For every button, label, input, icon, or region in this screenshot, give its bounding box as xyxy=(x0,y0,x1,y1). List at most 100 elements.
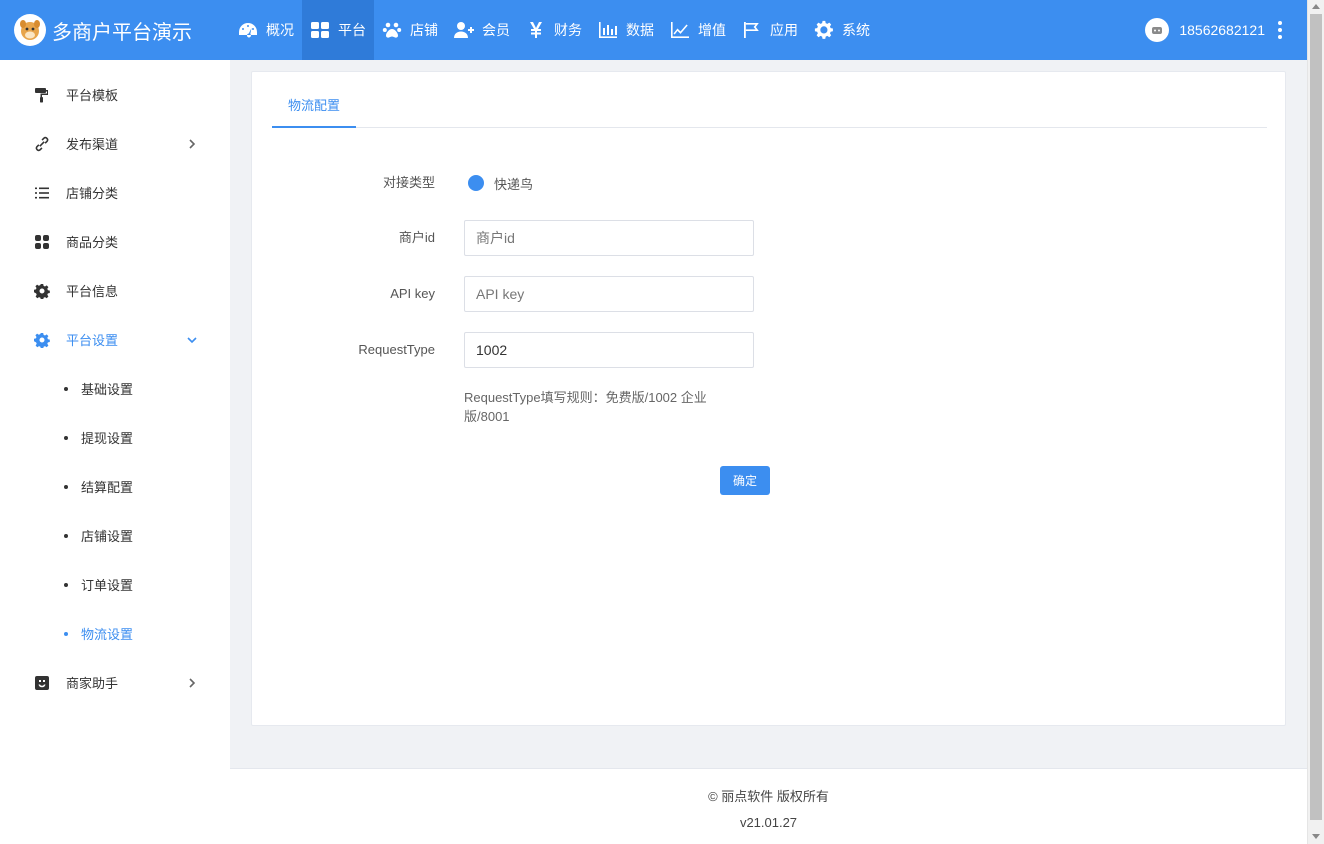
sidebar-subitem-basic-settings[interactable]: 基础设置 xyxy=(0,364,230,413)
merchant-id-label: 商户id xyxy=(398,230,435,245)
nav-item-system[interactable]: 系统 xyxy=(806,0,878,60)
sidebar-subitem-withdraw-settings[interactable]: 提现设置 xyxy=(0,413,230,462)
sidebar-item-merchant-assistant[interactable]: 商家助手 xyxy=(0,658,230,707)
more-vertical-icon[interactable] xyxy=(1277,21,1283,39)
logistics-config-card: 物流配置 对接类型 快递鸟 商户id API key RequestType R… xyxy=(251,71,1286,726)
bullet-icon xyxy=(64,386,68,391)
scroll-up-icon[interactable] xyxy=(1312,4,1320,9)
sidebar-item-label: 平台设置 xyxy=(66,333,119,348)
nav-item-overview[interactable]: 概况 xyxy=(230,0,302,60)
nav-item-apps[interactable]: 应用 xyxy=(734,0,806,60)
sidebar-item-store-category[interactable]: 店铺分类 xyxy=(0,168,230,217)
bullet-icon xyxy=(64,582,68,587)
gear-icon xyxy=(814,20,834,40)
type-radio-kdniao[interactable]: 快递鸟 xyxy=(468,165,533,201)
nav-label: 应用 xyxy=(770,22,798,38)
bullet-icon xyxy=(64,631,68,636)
nav-label: 平台 xyxy=(338,22,366,38)
version-text: v21.01.27 xyxy=(739,815,798,830)
yen-icon xyxy=(526,20,546,40)
merchant-id-input[interactable] xyxy=(464,220,754,256)
footer: © 丽点软件 版权所有 v21.01.27 xyxy=(230,768,1307,844)
sidebar-item-platform-template[interactable]: 平台模板 xyxy=(0,70,230,119)
radio-label: 快递鸟 xyxy=(494,176,534,192)
user-area: 18562682121 xyxy=(1145,0,1283,60)
bullet-icon xyxy=(64,484,68,489)
top-nav: 概况 平台 店铺 会员 财务 数据 增值 应用 系统 xyxy=(230,0,878,60)
sidebar-item-platform-settings[interactable]: 平台设置 xyxy=(0,315,230,364)
sidebar-subitem-label: 结算配置 xyxy=(81,480,134,495)
paw-icon xyxy=(382,20,402,40)
radio-checked-icon xyxy=(468,175,484,191)
form-row-request-type: RequestType xyxy=(252,332,1287,368)
sidebar-subitem-order-settings[interactable]: 订单设置 xyxy=(0,560,230,609)
sidebar-item-label: 店铺分类 xyxy=(66,186,119,201)
dashboard-icon xyxy=(238,20,258,40)
form-row-merchant-id: 商户id xyxy=(252,220,1287,256)
sidebar-subitem-label: 店铺设置 xyxy=(81,529,134,544)
paint-roller-icon xyxy=(34,87,50,103)
scroll-thumb[interactable] xyxy=(1310,14,1322,820)
bullet-icon xyxy=(64,435,68,440)
sidebar-subitem-label: 提现设置 xyxy=(81,431,134,446)
api-key-label: API key xyxy=(390,286,435,301)
sidebar-item-product-category[interactable]: 商品分类 xyxy=(0,217,230,266)
sidebar-subitem-settlement-config[interactable]: 结算配置 xyxy=(0,462,230,511)
user-plus-icon xyxy=(454,20,474,40)
user-phone[interactable]: 18562682121 xyxy=(1179,22,1265,38)
smile-icon xyxy=(34,675,50,691)
brand-logo-icon xyxy=(14,14,46,46)
tab-logistics-config[interactable]: 物流配置 xyxy=(272,88,356,128)
sidebar-item-platform-info[interactable]: 平台信息 xyxy=(0,266,230,315)
sidebar: 平台模板 发布渠道 店铺分类 商品分类 平台信息 平台设置 基础设置 提现设置 … xyxy=(0,60,230,844)
form-row-api-key: API key xyxy=(252,276,1287,312)
chevron-right-icon xyxy=(186,138,198,150)
api-key-input[interactable] xyxy=(464,276,754,312)
nav-item-value-added[interactable]: 增值 xyxy=(662,0,734,60)
nav-label: 数据 xyxy=(626,22,654,38)
request-type-help: RequestType填写规则：免费版/1002 企业版/8001 xyxy=(464,390,707,424)
line-chart-icon xyxy=(670,20,690,40)
sidebar-subitem-label: 物流设置 xyxy=(81,627,134,642)
sidebar-item-label: 商家助手 xyxy=(66,676,119,691)
brand-title: 多商户平台演示 xyxy=(52,21,192,44)
sidebar-item-label: 发布渠道 xyxy=(66,137,119,152)
gear-icon xyxy=(34,283,50,299)
flag-icon xyxy=(742,20,762,40)
bullet-icon xyxy=(64,533,68,538)
nav-label: 概况 xyxy=(266,22,294,38)
nav-item-store[interactable]: 店铺 xyxy=(374,0,446,60)
sidebar-subitem-logistics-settings[interactable]: 物流设置 xyxy=(0,609,230,658)
page-scrollbar[interactable] xyxy=(1307,0,1324,844)
tab-bar: 物流配置 xyxy=(272,88,1267,128)
nav-label: 会员 xyxy=(482,22,510,38)
type-label: 对接类型 xyxy=(382,175,435,190)
nav-item-platform[interactable]: 平台 xyxy=(302,0,374,60)
apps-icon xyxy=(34,234,50,250)
nav-label: 系统 xyxy=(842,22,870,38)
avatar[interactable] xyxy=(1145,18,1170,42)
sidebar-item-label: 平台信息 xyxy=(66,284,119,299)
top-header: 多商户平台演示 概况 平台 店铺 会员 财务 数据 增值 应用 系统 18562… xyxy=(0,0,1307,60)
confirm-button[interactable]: 确定 xyxy=(720,466,770,495)
sidebar-subitem-label: 订单设置 xyxy=(81,578,134,593)
list-icon xyxy=(34,185,50,201)
bar-chart-icon xyxy=(598,20,618,40)
nav-label: 店铺 xyxy=(410,22,438,38)
copyright-text: © 丽点软件 版权所有 xyxy=(708,789,829,804)
sidebar-subitem-store-settings[interactable]: 店铺设置 xyxy=(0,511,230,560)
brand[interactable]: 多商户平台演示 xyxy=(0,0,230,60)
request-type-input[interactable] xyxy=(464,332,754,368)
nav-item-data[interactable]: 数据 xyxy=(590,0,662,60)
grid-icon xyxy=(310,20,330,40)
chevron-down-icon xyxy=(186,334,198,346)
scroll-down-icon[interactable] xyxy=(1312,834,1320,839)
nav-label: 增值 xyxy=(698,22,726,38)
link-icon xyxy=(34,136,50,152)
sidebar-subitem-label: 基础设置 xyxy=(81,382,134,397)
nav-item-member[interactable]: 会员 xyxy=(446,0,518,60)
nav-item-finance[interactable]: 财务 xyxy=(518,0,590,60)
sidebar-item-label: 平台模板 xyxy=(66,88,119,103)
form-row-type: 对接类型 快递鸟 xyxy=(252,165,1287,201)
sidebar-item-publish-channel[interactable]: 发布渠道 xyxy=(0,119,230,168)
